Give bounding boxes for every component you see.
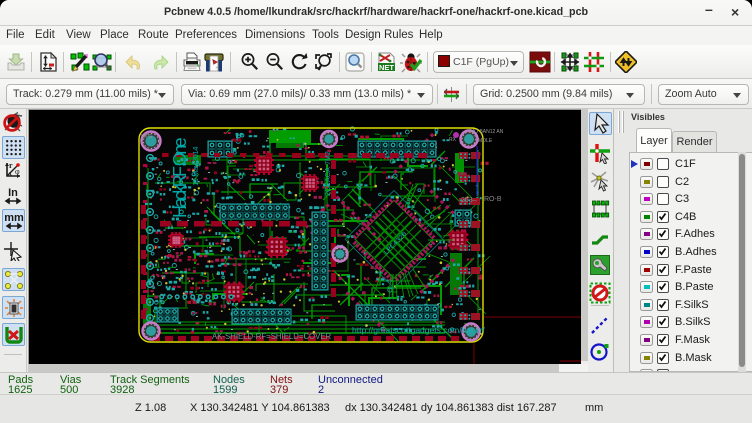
svg-text:mm: mm [4, 212, 24, 224]
svg-text:RO-B: RO-B [484, 196, 502, 203]
svg-text:MOLE: MOLE [478, 138, 493, 144]
svg-text:r: r [9, 161, 13, 170]
svg-text:φ: φ [15, 167, 20, 176]
svg-text:253–: 253– [461, 197, 477, 204]
svg-text:19 May 2014: 19 May 2014 [191, 147, 200, 186]
svg-text:MTG: MTG [141, 134, 152, 140]
svg-text:MO BAN12 AN: MO BAN12 AN [470, 129, 504, 135]
svg-text:HackRF One: HackRF One [170, 137, 190, 218]
svg-text:In: In [8, 187, 18, 199]
svg-text:RX: RX [449, 137, 457, 143]
svg-text:AK-SHIELD-RF=SHIELD=COVER: AK-SHIELD-RF=SHIELD=COVER [212, 332, 332, 341]
svg-text:NET: NET [379, 63, 394, 72]
svg-text:http://greatscottgadgets.com/h: http://greatscottgadgets.com/hackrf [352, 325, 485, 335]
svg-text:2CCAGA-7M2: 2CCAGA-7M2 [325, 151, 332, 196]
